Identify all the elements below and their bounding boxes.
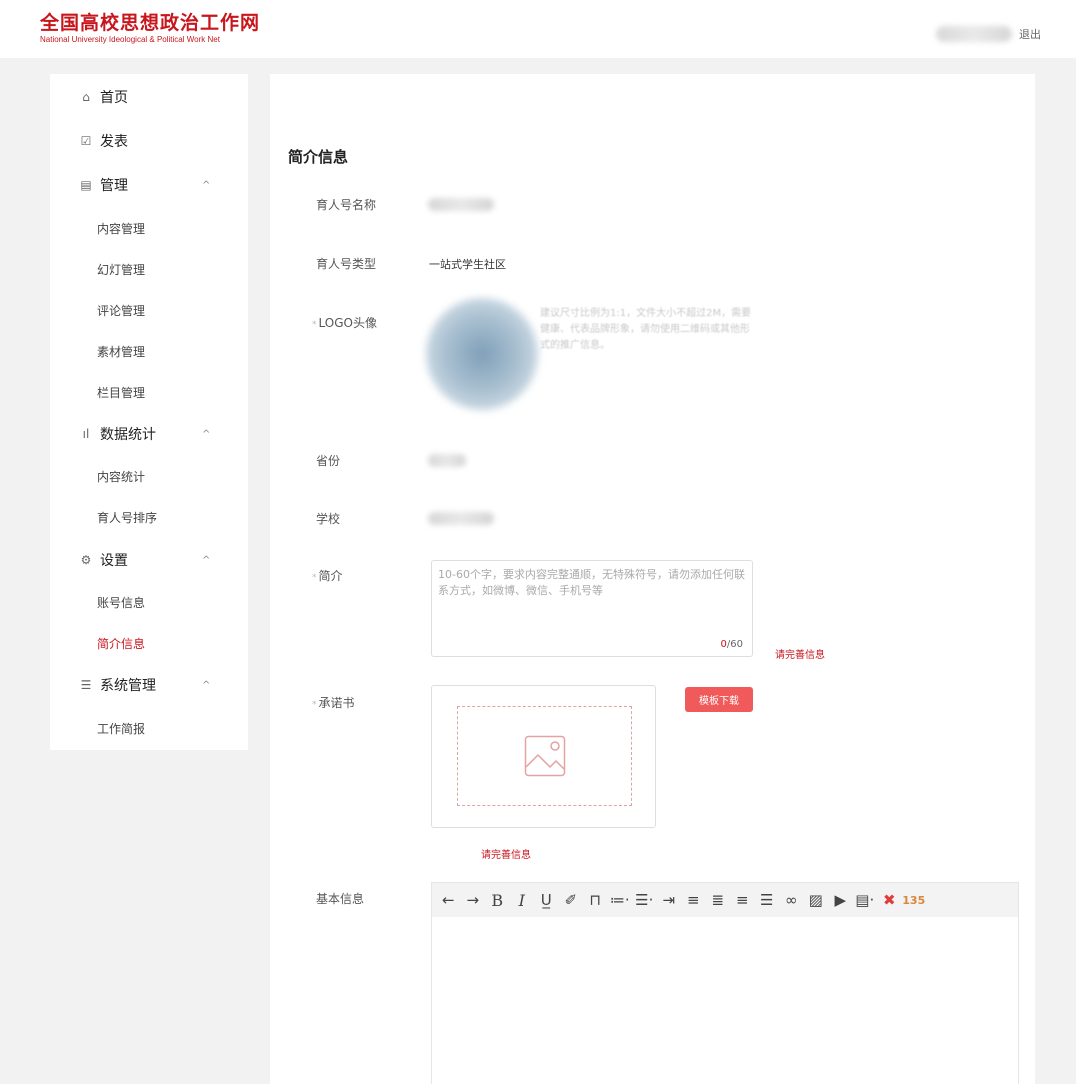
sidebar-item-8[interactable]: ıl 数据统计 ^ [50,419,248,449]
school-value-blurred [428,512,494,525]
sidebar-subitem-label: 栏目管理 [97,385,146,400]
sidebar-subitem-label: 育人号排序 [97,510,158,525]
link-icon[interactable]: ∞ [779,888,804,912]
image-icon[interactable]: ▨ [804,888,829,912]
format-brush-icon[interactable]: ⊓ [583,888,608,912]
user-name-blurred [936,26,1012,42]
sidebar-subitem-label: 内容统计 [97,469,146,484]
underline-icon[interactable]: U̲ [534,888,559,912]
material-icon[interactable]: 135 [902,888,927,912]
align-right-icon[interactable]: ≡ [730,888,755,912]
sidebar-subitem-5[interactable]: 评论管理 [50,296,248,324]
basic-info-label: 基本信息 [316,892,365,906]
name-label: 育人号名称 [316,198,377,212]
type-label: 育人号类型 [316,257,377,271]
rich-text-editor: ← → B I U̲ ✐ ⊓ ≔· ☰· ⇥ ≡ ≣ ≡ ☰ ∞ ▨ ▶ ▤· ✖ 135 [431,882,1019,1084]
school-label: 学校 [316,512,341,526]
top-header: 全国高校思想政治工作网 National University Ideologi… [0,0,1076,58]
logo-title: 全国高校思想政治工作网 [40,12,261,34]
sidebar-item-label: 设置 [100,553,128,569]
intro-textarea[interactable] [438,567,746,637]
sidebar-item-11[interactable]: ⚙ 设置 ^ [50,545,248,575]
sidebar-subitem-label: 内容管理 [97,221,146,236]
main-panel: 简介信息 育人号名称 育人号类型 一站式学生社区 * LOGO头像 建议尺寸比例为… [270,74,1035,1084]
sidebar-subitem-13[interactable]: 简介信息 [50,629,248,657]
undo-icon[interactable]: ← [436,888,461,912]
justify-icon[interactable]: ☰ [755,888,780,912]
sidebar-subitem-label: 素材管理 [97,344,146,359]
sidebar-subitem-10[interactable]: 育人号排序 [50,503,248,531]
logo-label: * LOGO头像 [312,316,377,330]
province-label: 省份 [316,454,341,468]
logout-link[interactable]: 退出 [1019,26,1041,42]
bold-icon[interactable]: B [485,888,510,912]
menu-icon: ☑ [80,134,92,148]
redo-icon[interactable]: → [461,888,486,912]
sidebar-item-label: 管理 [100,178,128,194]
menu-icon: ⚙ [80,553,92,567]
chevron-up-icon[interactable]: ^ [202,555,210,566]
sidebar-subitem-label: 简介信息 [97,636,146,651]
sidebar-subitem-3[interactable]: 内容管理 [50,214,248,242]
template-download-button[interactable]: 模板下载 [685,687,753,712]
sidebar-item-label: 发表 [100,134,128,150]
pledge-upload[interactable] [431,685,656,828]
sidebar-subitem-4[interactable]: 幻灯管理 [50,255,248,283]
sidebar-subitem-9[interactable]: 内容统计 [50,462,248,490]
sidebar-subitem-label: 评论管理 [97,303,146,318]
sidebar-item-label: 数据统计 [100,427,156,443]
menu-icon: ıl [82,427,90,441]
sidebar-menu: ⌂ 首页 ☑ 发表 ▤ 管理 ^ 内容管理幻灯管理评论管理素材管理栏目管理 ıl 数据统计 ^ 内容统… [50,74,248,750]
sidebar-subitem-label: 账号信息 [97,595,146,610]
sidebar-item-2[interactable]: ▤ 管理 ^ [50,170,248,200]
pledge-label: * 承诺书 [312,696,355,710]
page-title: 简介信息 [288,148,349,166]
sidebar-subitem-7[interactable]: 栏目管理 [50,378,248,406]
eraser-icon[interactable]: ✐ [559,888,584,912]
sidebar-subitem-15[interactable]: 工作简报 [50,714,248,742]
unordered-list-icon[interactable]: ☰· [632,888,657,912]
chevron-up-icon[interactable]: ^ [202,429,210,440]
sidebar-subitem-6[interactable]: 素材管理 [50,337,248,365]
sidebar-item-0[interactable]: ⌂ 首页 [50,82,248,112]
sidebar-item-14[interactable]: ☰ 系统管理 ^ [50,670,248,700]
pledge-warning: 请完善信息 [481,850,531,861]
align-center-icon[interactable]: ≣ [706,888,731,912]
plugin-icon[interactable]: ✖ [877,888,902,912]
sidebar-item-label: 首页 [100,90,128,106]
chevron-up-icon[interactable]: ^ [202,180,210,191]
ordered-list-icon[interactable]: ≔· [608,888,633,912]
menu-icon: ☰ [80,678,92,692]
video-icon[interactable]: ▶ [828,888,853,912]
editor-toolbar: ← → B I U̲ ✐ ⊓ ≔· ☰· ⇥ ≡ ≣ ≡ ☰ ∞ ▨ ▶ ▤· ✖ 135 [432,883,1018,917]
menu-icon: ▤ [80,178,92,192]
intro-warning: 请完善信息 [775,650,825,661]
menu-icon: ⌂ [82,90,90,104]
sidebar-subitem-label: 工作简报 [97,721,146,736]
intro-label: * 简介 [312,569,343,583]
intro-char-counter: 0/60 [720,639,743,650]
logo-hint: 建议尺寸比例为1:1，文件大小不超过2M，需要健康、代表品牌形象，请勿使用二维码… [540,308,752,351]
province-value-blurred [428,454,466,467]
sidebar-subitem-label: 幻灯管理 [97,262,146,277]
chevron-up-icon[interactable]: ^ [202,680,210,691]
logo-avatar[interactable] [426,298,538,410]
intro-textarea-box: 0/60 [431,560,753,657]
upload-dropzone[interactable] [457,706,632,806]
indent-icon[interactable]: ⇥ [657,888,682,912]
align-left-icon[interactable]: ≡ [681,888,706,912]
italic-icon[interactable]: I [510,888,535,912]
logo-subtitle: National University Ideological & Politi… [40,35,220,44]
sidebar-subitem-12[interactable]: 账号信息 [50,588,248,616]
site-logo[interactable]: 全国高校思想政治工作网 National University Ideologi… [40,12,260,45]
template-icon[interactable]: ▤· [853,888,878,912]
sidebar-item-1[interactable]: ☑ 发表 [50,126,248,156]
sidebar-item-label: 系统管理 [100,678,156,694]
type-value: 一站式学生社区 [429,258,506,271]
image-placeholder-icon [524,735,566,777]
name-value-blurred [428,198,494,211]
